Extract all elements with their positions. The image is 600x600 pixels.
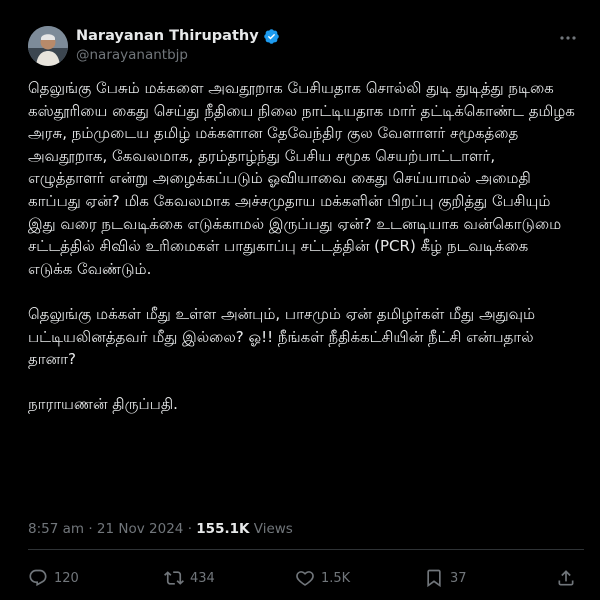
bookmark-button[interactable]: 37	[424, 566, 467, 590]
views-count[interactable]: 155.1K	[196, 521, 249, 537]
tweet-paragraph-2: தெலுங்கு மக்கள் மீது உள்ள அன்பும், பாசமு…	[28, 304, 540, 369]
action-bar: 120 434 1.5K 37	[16, 566, 584, 590]
divider	[28, 549, 584, 550]
tweet-date[interactable]: 21 Nov 2024	[97, 521, 183, 537]
more-icon[interactable]	[558, 28, 578, 48]
bookmark-icon	[427, 569, 441, 588]
bookmark-count: 37	[450, 570, 467, 586]
tweet-meta: 8:57 am · 21 Nov 2024 · 155.1K Views	[28, 520, 293, 538]
author-handle[interactable]: @narayanantbjp	[76, 45, 280, 65]
reply-icon	[29, 569, 47, 587]
tweet-header: Narayanan Thirupathy @narayanantbjp	[16, 22, 584, 66]
author-names: Narayanan Thirupathy @narayanantbjp	[76, 27, 280, 65]
tweet-time[interactable]: 8:57 am	[28, 521, 84, 537]
meta-separator-2: ·	[187, 521, 192, 537]
repost-button[interactable]: 434	[164, 566, 215, 590]
like-button[interactable]: 1.5K	[295, 566, 350, 590]
views-label: Views	[253, 521, 293, 537]
reply-count: 120	[54, 570, 79, 586]
like-icon	[296, 571, 314, 586]
like-count: 1.5K	[321, 570, 351, 586]
meta-separator: ·	[88, 521, 93, 537]
verified-badge-icon	[263, 28, 279, 44]
tweet-paragraph-1: தெலுங்கு பேசும் மக்களை அவதூறாக பேசியதாக …	[28, 79, 580, 278]
author-display-name[interactable]: Narayanan Thirupathy	[76, 27, 259, 45]
repost-count: 434	[190, 570, 215, 586]
tweet-text: தெலுங்கு பேசும் மக்களை அவதூறாக பேசியதாக …	[28, 77, 576, 416]
avatar-image	[28, 26, 68, 66]
share-button[interactable]	[556, 566, 576, 590]
tweet: Narayanan Thirupathy @narayanantbjp தெலு…	[16, 0, 584, 600]
tweet-signature: நாராயணன் திருப்பதி.	[28, 395, 178, 414]
author-name-row[interactable]: Narayanan Thirupathy	[76, 27, 280, 45]
share-icon	[558, 570, 574, 586]
reply-button[interactable]: 120	[28, 566, 79, 590]
avatar[interactable]	[28, 26, 68, 66]
repost-icon	[164, 571, 184, 585]
